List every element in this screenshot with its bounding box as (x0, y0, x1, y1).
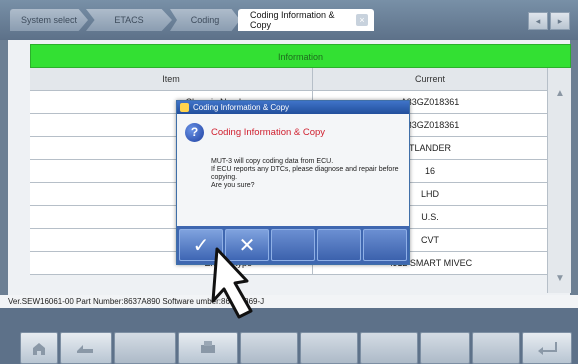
bottom-toolbar (0, 308, 578, 364)
scroll-up-icon[interactable]: ▲ (548, 82, 572, 106)
tab-bar: System select ETACS Coding Coding Inform… (0, 0, 578, 40)
scroll-down-icon[interactable]: ▼ (548, 267, 572, 291)
table-header-row: Item Current (30, 68, 547, 91)
toolbar-button[interactable] (360, 332, 418, 364)
tab-system-select[interactable]: System select (10, 9, 88, 31)
home-icon (33, 343, 45, 355)
version-status-line: Ver.SEW16061-00 Part Number:8637A890 Sof… (0, 295, 578, 308)
pointer-arrow-icon (211, 247, 253, 319)
previous-tab-button[interactable]: ◂ (528, 12, 548, 30)
tab-label: ETACS (114, 15, 144, 25)
close-icon[interactable]: × (356, 14, 368, 26)
table-scrollbar[interactable]: ▲ ▼ (547, 68, 571, 293)
dialog-heading-row: ? Coding Information & Copy (185, 123, 325, 142)
back-icon (77, 345, 93, 353)
tab-coding-information-copy[interactable]: Coding Information & Copy × (238, 9, 374, 31)
dialog-message: MUT-3 will copy coding data from ECU. If… (211, 158, 399, 189)
dialog-button[interactable] (271, 229, 315, 261)
enter-icon (538, 342, 557, 355)
dialog-heading: Coding Information & Copy (211, 127, 326, 138)
dialog-button[interactable] (317, 229, 361, 261)
back-button[interactable] (60, 332, 112, 364)
confirm-dialog: Coding Information & Copy ? Coding Infor… (176, 100, 410, 265)
column-header-item: Item (30, 68, 313, 90)
dialog-title-bar: Coding Information & Copy (177, 101, 409, 114)
column-header-current: Current (414, 74, 445, 84)
tab-label: Coding (190, 15, 220, 25)
home-button[interactable] (20, 332, 58, 364)
tab-coding[interactable]: Coding (170, 9, 240, 31)
information-header: Information (30, 44, 571, 68)
dialog-title: Coding Information & Copy (193, 103, 290, 112)
toolbar-button[interactable] (472, 332, 520, 364)
toolbar-button[interactable] (300, 332, 358, 364)
tab-label: Coding Information & Copy (250, 10, 335, 30)
tab-etacs[interactable]: ETACS (86, 9, 172, 31)
toolbar-button[interactable] (420, 332, 470, 364)
tab-label: System select (20, 15, 78, 25)
question-icon: ? (185, 123, 204, 142)
app-icon (180, 103, 189, 112)
dialog-button[interactable] (363, 229, 407, 261)
tab-nav: ◂ ▸ (528, 12, 570, 30)
next-tab-button[interactable]: ▸ (550, 12, 570, 30)
enter-button[interactable] (522, 332, 572, 364)
toolbar-button[interactable] (114, 332, 176, 364)
